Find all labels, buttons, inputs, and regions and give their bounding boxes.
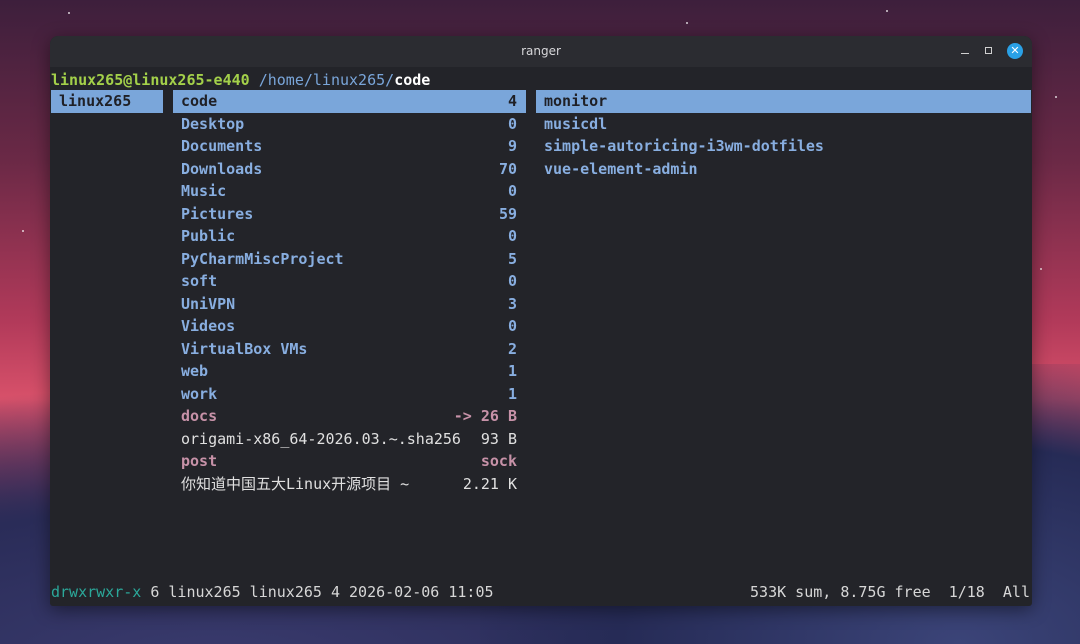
current-dir-name: code bbox=[394, 71, 431, 89]
current-column: code 4 Desktop 0 Documents 9 Downloads 70 Music 0… bbox=[173, 90, 526, 495]
list-item[interactable]: Desktop 0 bbox=[173, 113, 526, 136]
entry-name: post bbox=[181, 452, 218, 470]
parent-column: linux265 bbox=[51, 90, 163, 113]
title-bar[interactable]: ranger ✕ bbox=[50, 36, 1032, 67]
entry-name: linux265 bbox=[59, 92, 132, 110]
list-item[interactable]: post sock bbox=[173, 450, 526, 473]
entry-size: 5 bbox=[507, 249, 517, 268]
list-item[interactable]: Music 0 bbox=[173, 180, 526, 203]
entry-name: 你知道中国五大Linux开源项目 ~ bbox=[181, 474, 410, 493]
entry-name: musicdl bbox=[544, 114, 608, 133]
star bbox=[686, 22, 688, 24]
entry-size: 1 bbox=[507, 384, 517, 403]
star bbox=[22, 230, 24, 232]
entry-name: Public bbox=[181, 227, 236, 245]
list-item[interactable]: Downloads 70 bbox=[173, 158, 526, 181]
entry-size: 2 bbox=[507, 339, 517, 358]
entry-size: sock bbox=[480, 452, 517, 470]
entry-name: work bbox=[181, 384, 218, 403]
list-item[interactable]: 你知道中国五大Linux开源项目 ~ 2.21 K bbox=[173, 473, 526, 496]
list-item[interactable]: Public 0 bbox=[173, 225, 526, 248]
list-item[interactable]: web 1 bbox=[173, 360, 526, 383]
list-item[interactable]: Videos 0 bbox=[173, 315, 526, 338]
entry-name: origami-x86_64-2026.03.~.sha256 bbox=[181, 429, 461, 448]
window-title: ranger bbox=[521, 44, 561, 58]
entry-size: -> 26 B bbox=[453, 407, 517, 425]
star bbox=[1055, 96, 1057, 98]
maximize-button[interactable] bbox=[981, 43, 997, 59]
entry-name: Music bbox=[181, 182, 227, 200]
entry-name: Desktop bbox=[181, 114, 245, 133]
entry-name: docs bbox=[181, 407, 218, 425]
list-item[interactable]: VirtualBox VMs 2 bbox=[173, 338, 526, 361]
entry-size: 9 bbox=[507, 137, 517, 155]
minimize-icon bbox=[961, 53, 969, 54]
entry-name: VirtualBox VMs bbox=[181, 339, 308, 358]
maximize-icon bbox=[985, 47, 992, 54]
entry-name: monitor bbox=[544, 92, 608, 110]
list-item[interactable]: vue-element-admin bbox=[536, 158, 1031, 181]
list-item[interactable]: UniVPN 3 bbox=[173, 293, 526, 316]
entry-name: Downloads bbox=[181, 159, 263, 178]
entry-name: Pictures bbox=[181, 204, 254, 223]
status-summary: 533K sum, 8.75G free 1/18 All bbox=[750, 583, 1030, 601]
ranger-terminal[interactable]: linux265@linux265-e440 /home/linux265/co… bbox=[50, 67, 1032, 606]
entry-name: UniVPN bbox=[181, 294, 236, 313]
list-item[interactable]: musicdl bbox=[536, 113, 1031, 136]
terminal-window: ranger ✕ linux265@linux265-e440 /home/li… bbox=[50, 36, 1032, 606]
entry-name: web bbox=[181, 362, 209, 380]
entry-size: 3 bbox=[507, 294, 517, 313]
path-header: linux265@linux265-e440 /home/linux265/co… bbox=[51, 69, 430, 91]
star bbox=[1040, 268, 1042, 270]
entry-size: 0 bbox=[507, 227, 517, 245]
star bbox=[68, 12, 70, 14]
entry-size: 70 bbox=[498, 159, 517, 178]
entry-name: vue-element-admin bbox=[544, 159, 698, 178]
entry-name: Documents bbox=[181, 137, 263, 155]
close-icon: ✕ bbox=[1010, 44, 1020, 57]
list-item[interactable]: linux265 bbox=[51, 90, 163, 113]
list-item[interactable]: Documents 9 bbox=[173, 135, 526, 158]
list-item[interactable]: monitor bbox=[536, 90, 1031, 113]
list-item[interactable]: code 4 bbox=[173, 90, 526, 113]
entry-name: simple-autoricing-i3wm-dotfiles bbox=[544, 137, 824, 155]
entry-size: 0 bbox=[507, 182, 517, 200]
minimize-button[interactable] bbox=[957, 43, 973, 59]
entry-size: 59 bbox=[498, 204, 517, 223]
star bbox=[886, 10, 888, 12]
entry-size: 2.21 K bbox=[462, 474, 517, 493]
list-item[interactable]: Pictures 59 bbox=[173, 203, 526, 226]
entry-size: 0 bbox=[507, 317, 517, 335]
list-item[interactable]: simple-autoricing-i3wm-dotfiles bbox=[536, 135, 1031, 158]
entry-size: 0 bbox=[507, 114, 517, 133]
list-item[interactable]: PyCharmMiscProject 5 bbox=[173, 248, 526, 271]
entry-name: code bbox=[181, 92, 218, 110]
entry-name: soft bbox=[181, 272, 218, 290]
file-info: 6 linux265 linux265 4 2026-02-06 11:05 bbox=[141, 583, 494, 601]
user-host: linux265@linux265-e440 bbox=[51, 71, 250, 89]
entry-name: Videos bbox=[181, 317, 236, 335]
permissions: drwxrwxr-x bbox=[51, 583, 142, 601]
list-item[interactable]: soft 0 bbox=[173, 270, 526, 293]
current-path: /home/linux265/ bbox=[258, 71, 395, 89]
entry-name: PyCharmMiscProject bbox=[181, 249, 344, 268]
list-item[interactable]: origami-x86_64-2026.03.~.sha256 93 B bbox=[173, 428, 526, 451]
close-button[interactable]: ✕ bbox=[1007, 43, 1023, 59]
preview-column: monitor musicdl simple-autoricing-i3wm-dot… bbox=[536, 90, 1031, 180]
list-item[interactable]: docs -> 26 B bbox=[173, 405, 526, 428]
entry-size: 93 B bbox=[480, 429, 517, 448]
entry-size: 0 bbox=[507, 272, 517, 290]
list-item[interactable]: work 1 bbox=[173, 383, 526, 406]
entry-size: 4 bbox=[507, 92, 517, 110]
entry-size: 1 bbox=[507, 362, 517, 380]
